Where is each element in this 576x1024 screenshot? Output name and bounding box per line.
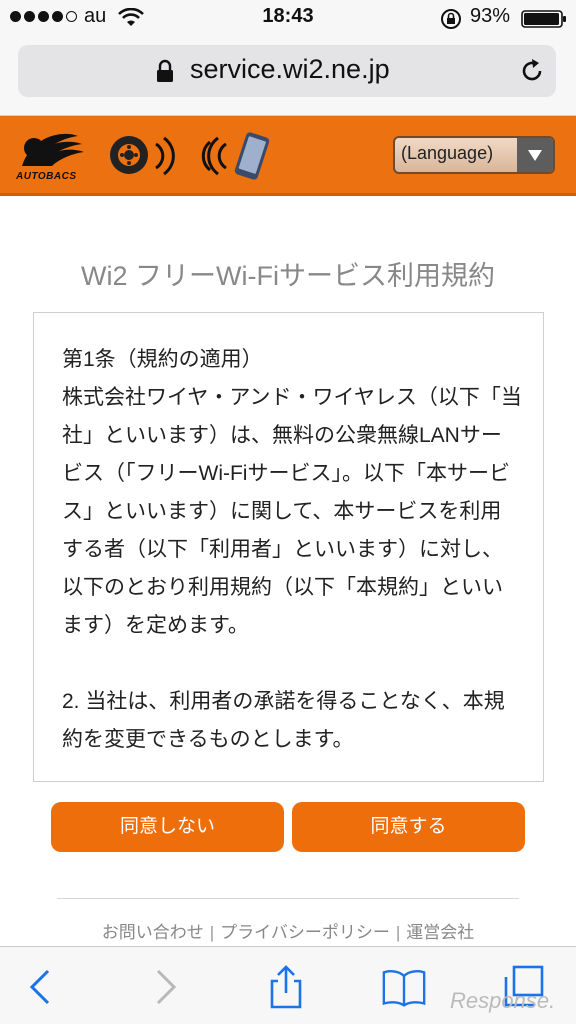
status-bar: au 18:43 93% bbox=[0, 0, 576, 36]
language-select[interactable]: (Language) bbox=[393, 136, 555, 174]
back-icon[interactable] bbox=[20, 965, 64, 1009]
tire-icon bbox=[110, 136, 148, 174]
padlock-icon bbox=[157, 59, 173, 82]
agree-button[interactable]: 同意する bbox=[292, 802, 525, 852]
disagree-button[interactable]: 同意しない bbox=[51, 802, 284, 852]
footer-link-privacy[interactable]: プライバシーポリシー bbox=[220, 923, 390, 942]
footer-link-contact[interactable]: お問い合わせ bbox=[102, 923, 204, 942]
battery-icon bbox=[521, 10, 566, 28]
address-bar[interactable]: service.wi2.ne.jp bbox=[18, 45, 556, 97]
signal-waves-icon bbox=[155, 136, 227, 176]
url-text: service.wi2.ne.jp bbox=[190, 54, 390, 84]
terms-scroll-box[interactable]: 第1条（規約の適用） 株式会社ワイヤ・アンド・ワイヤレス（以下「当社」といいます… bbox=[33, 312, 544, 782]
tablet-icon bbox=[234, 132, 270, 180]
footer-divider bbox=[57, 898, 519, 899]
battery-percentage: 93% bbox=[470, 5, 511, 27]
page-title: Wi2 フリーWi-Fiサービス利用規約 bbox=[81, 261, 495, 291]
site-header: AUTOBACS (Language) bbox=[0, 116, 576, 196]
autobacs-emblem-icon bbox=[22, 133, 84, 166]
chevron-down-icon bbox=[517, 138, 553, 172]
forward-icon[interactable] bbox=[142, 965, 186, 1009]
browser-address-area: service.wi2.ne.jp bbox=[0, 36, 576, 116]
terms-text: 第1条（規約の適用） 株式会社ワイヤ・アンド・ワイヤレス（以下「当社」といいます… bbox=[62, 348, 522, 751]
footer-link-company[interactable]: 運営会社 bbox=[406, 923, 474, 942]
reload-icon[interactable] bbox=[518, 57, 546, 85]
response-watermark: Response. bbox=[450, 988, 556, 1013]
share-icon[interactable] bbox=[264, 965, 308, 1009]
bookmarks-icon[interactable] bbox=[382, 965, 426, 1009]
rotation-lock-icon bbox=[441, 9, 461, 29]
autobacs-logo: AUTOBACS bbox=[12, 126, 90, 184]
footer-links: お問い合わせ | プライバシーポリシー | 運営会社 bbox=[101, 923, 475, 942]
